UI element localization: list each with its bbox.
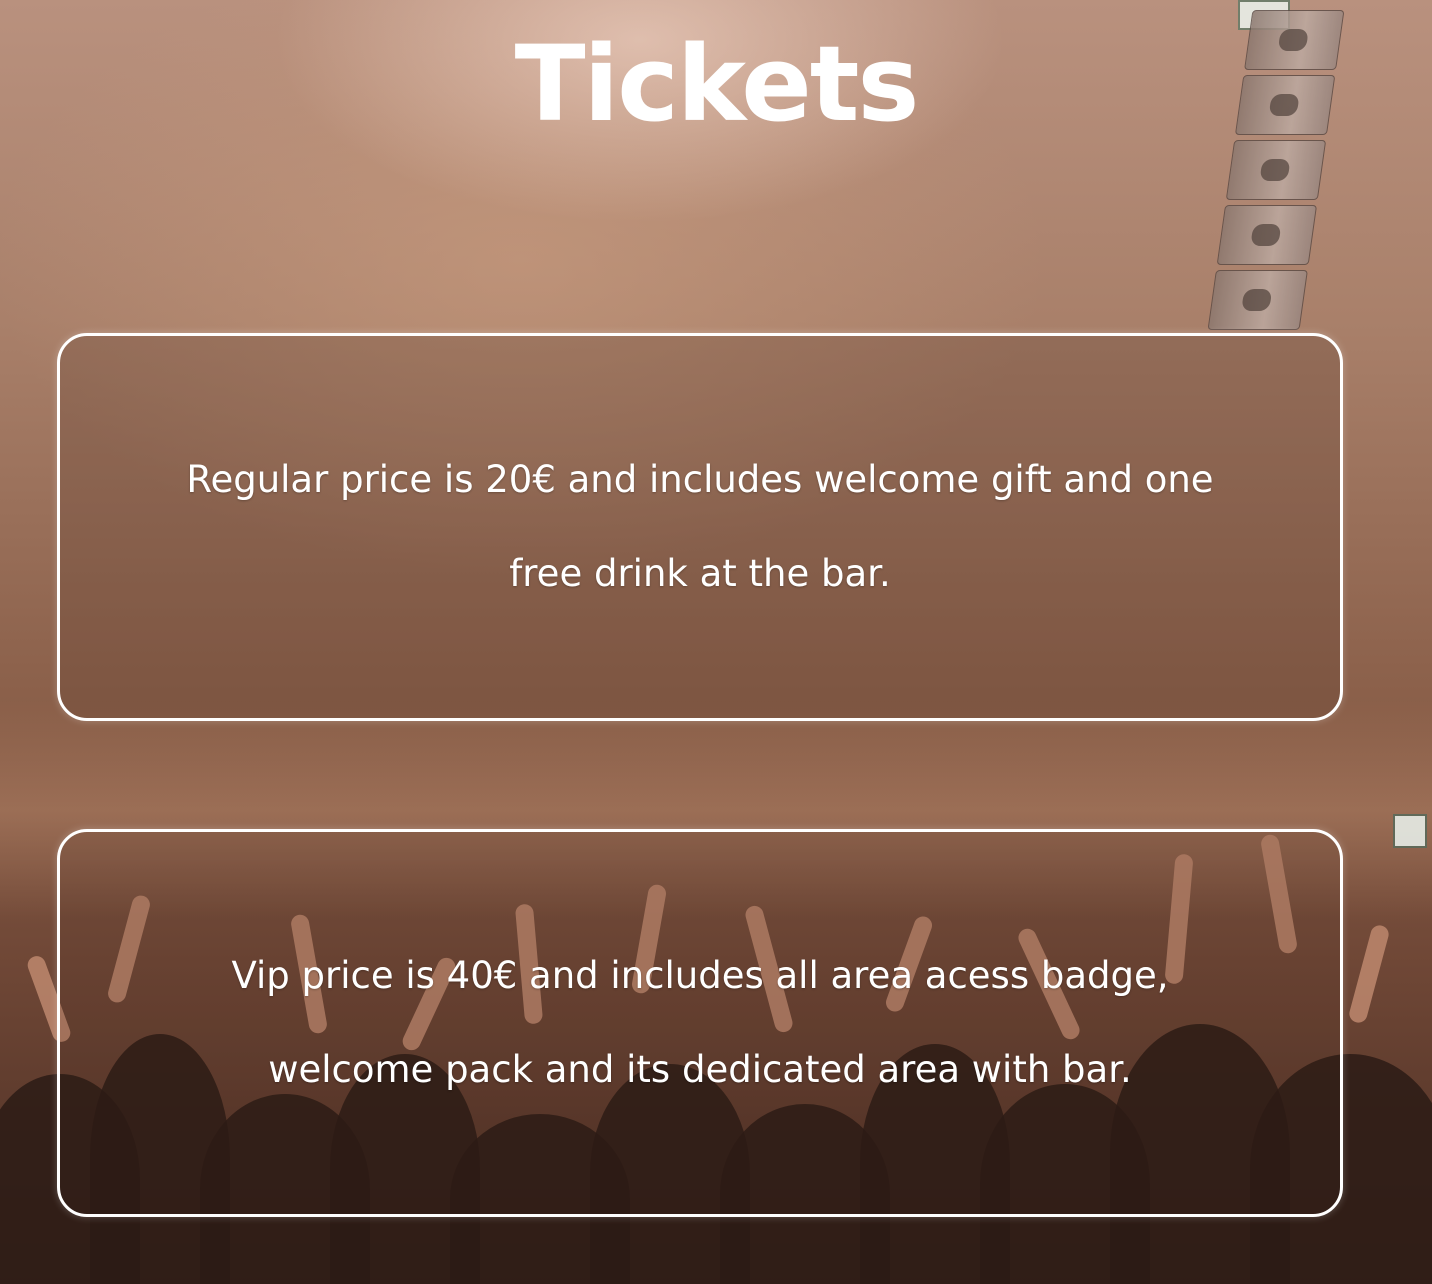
regular-ticket-card: Regular price is 20€ and includes welcom… xyxy=(57,333,1343,721)
page-title: Tickets xyxy=(514,23,920,145)
exit-sign-icon xyxy=(1393,814,1427,848)
regular-ticket-description: Regular price is 20€ and includes welcom… xyxy=(186,458,1214,595)
vip-ticket-card: Vip price is 40€ and includes all area a… xyxy=(57,829,1343,1217)
vip-ticket-description: Vip price is 40€ and includes all area a… xyxy=(231,954,1169,1091)
